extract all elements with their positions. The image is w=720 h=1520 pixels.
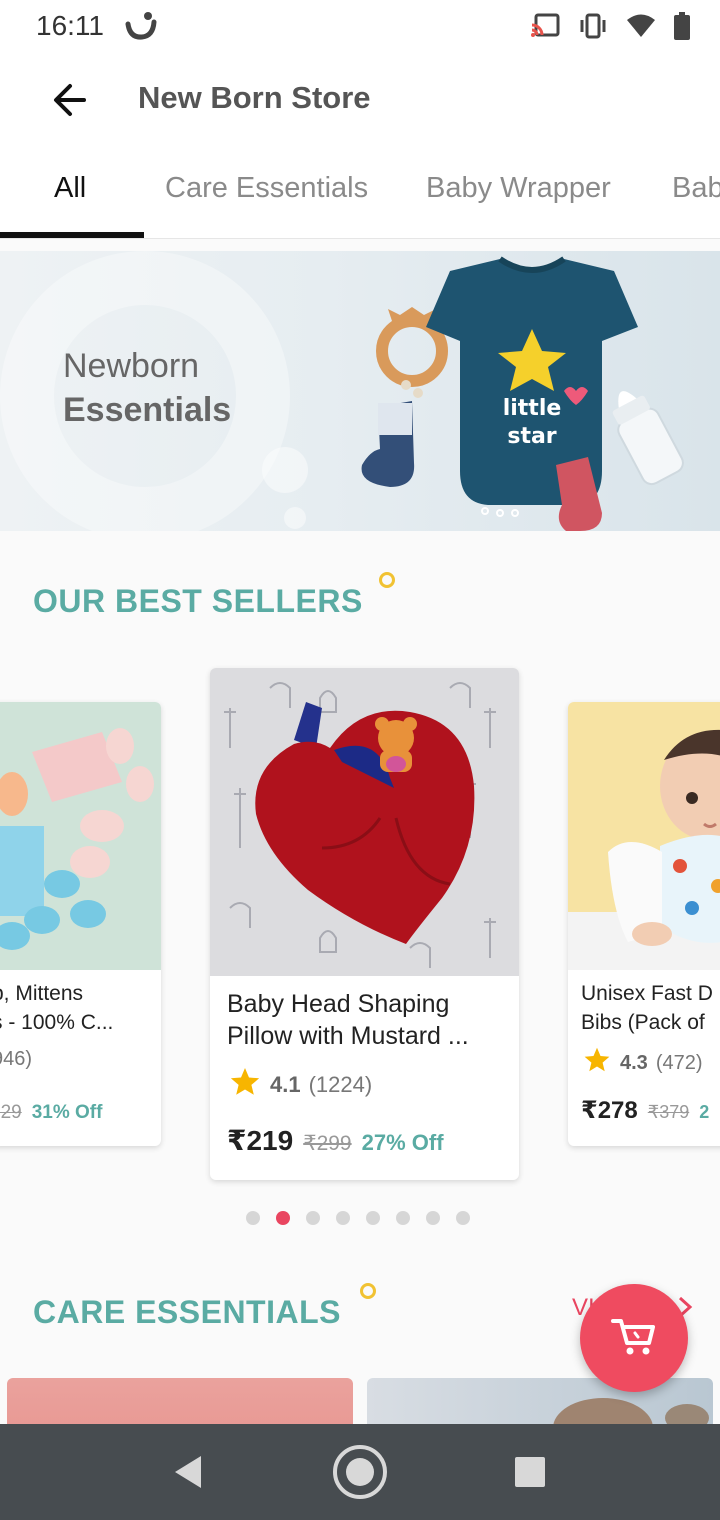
carousel-dot[interactable] (336, 1211, 350, 1225)
product-discount: 27% Off (361, 1130, 444, 1155)
product-discount: 31% Off (31, 1102, 103, 1123)
product-reviews: (1224) (308, 1072, 373, 1097)
carousel-dot-active[interactable] (276, 1211, 290, 1225)
recents-square-icon[interactable] (500, 1442, 560, 1502)
tab-care-essentials[interactable]: Care Essentials (165, 172, 368, 205)
banner-decor-dot (262, 447, 308, 493)
cart-button[interactable] (580, 1284, 688, 1392)
product-rating: 4.1 (270, 1072, 301, 1097)
product-card[interactable]: Baby Head Shaping Pillow with Mustard ..… (210, 668, 519, 1180)
section-decor-dot (360, 1283, 376, 1299)
carousel-indicator (246, 1211, 470, 1225)
tab-all[interactable]: All (54, 172, 86, 205)
section-decor-dot (379, 572, 395, 588)
carousel-dot[interactable] (366, 1211, 380, 1225)
banner-product-illustration: little star (361, 256, 684, 531)
svg-text:little: little (503, 396, 562, 421)
svg-text:star: star (507, 424, 556, 449)
product-name-line2: Pillow with Mustard ... (227, 1022, 469, 1050)
active-tab-indicator (0, 232, 144, 238)
product-image (210, 668, 519, 976)
care-essentials-title: CARE ESSENTIALS (33, 1294, 341, 1330)
carousel-dot[interactable] (426, 1211, 440, 1225)
star-icon (582, 1046, 612, 1080)
status-time: 16:11 (36, 10, 104, 41)
product-mrp: 429 (0, 1102, 22, 1123)
product-price: ₹219 (227, 1125, 294, 1156)
system-nav-bar (0, 1424, 720, 1520)
banner-title-line1: Newborn (63, 347, 200, 385)
product-price: ₹278 (581, 1097, 638, 1124)
product-rating: 4.3 (620, 1051, 648, 1074)
carousel-dot[interactable] (396, 1211, 410, 1225)
back-triangle-icon[interactable] (158, 1442, 218, 1502)
carousel-dot[interactable] (456, 1211, 470, 1225)
banner-decor-dot (284, 507, 306, 529)
product-discount: 2 (699, 1102, 710, 1122)
product-reviews: (472) (655, 1051, 703, 1074)
newborn-essentials-banner[interactable]: Newborn Essentials little star (0, 251, 720, 531)
best-sellers-title: OUR BEST SELLERS (33, 583, 363, 619)
banner-title-line2: Essentials (63, 391, 232, 429)
home-circle-icon[interactable] (330, 1442, 390, 1502)
product-name-line1: Unisex Fast D (581, 982, 713, 1005)
product-mrp: ₹379 (647, 1102, 690, 1122)
carousel-dot[interactable] (246, 1211, 260, 1225)
app-bar: New Born Store (0, 56, 720, 146)
wifi-icon (626, 13, 656, 44)
product-image (0, 702, 161, 970)
battery-icon (674, 12, 690, 45)
page-title: New Born Store (138, 80, 371, 115)
vibrate-icon (578, 13, 608, 44)
star-icon (228, 1066, 262, 1104)
product-name-line2: s - 100% C... (0, 1011, 114, 1034)
product-mrp: ₹299 (303, 1132, 352, 1155)
product-reviews: 946) (0, 1048, 33, 1070)
product-card[interactable]: p, Mittens s - 100% C... 946) 429 31% Of… (0, 702, 161, 1146)
carousel-dot[interactable] (306, 1211, 320, 1225)
category-tabs: All Care Essentials Baby Wrapper Bab (0, 146, 720, 239)
arrow-left-icon[interactable] (48, 78, 92, 122)
cast-icon (530, 13, 560, 44)
tab-bab[interactable]: Bab (672, 172, 720, 205)
product-card[interactable]: Unisex Fast D Bibs (Pack of 4.3 (472) ₹2… (568, 702, 720, 1146)
app-notification-icon (124, 10, 158, 47)
cart-icon (609, 1313, 659, 1364)
product-name-line2: Bibs (Pack of (581, 1011, 705, 1034)
product-image (568, 702, 720, 970)
tab-baby-wrapper[interactable]: Baby Wrapper (426, 172, 611, 205)
product-name-line1: p, Mittens (0, 982, 84, 1005)
product-name-line1: Baby Head Shaping (227, 990, 450, 1018)
status-bar: 16:11 (0, 0, 720, 56)
